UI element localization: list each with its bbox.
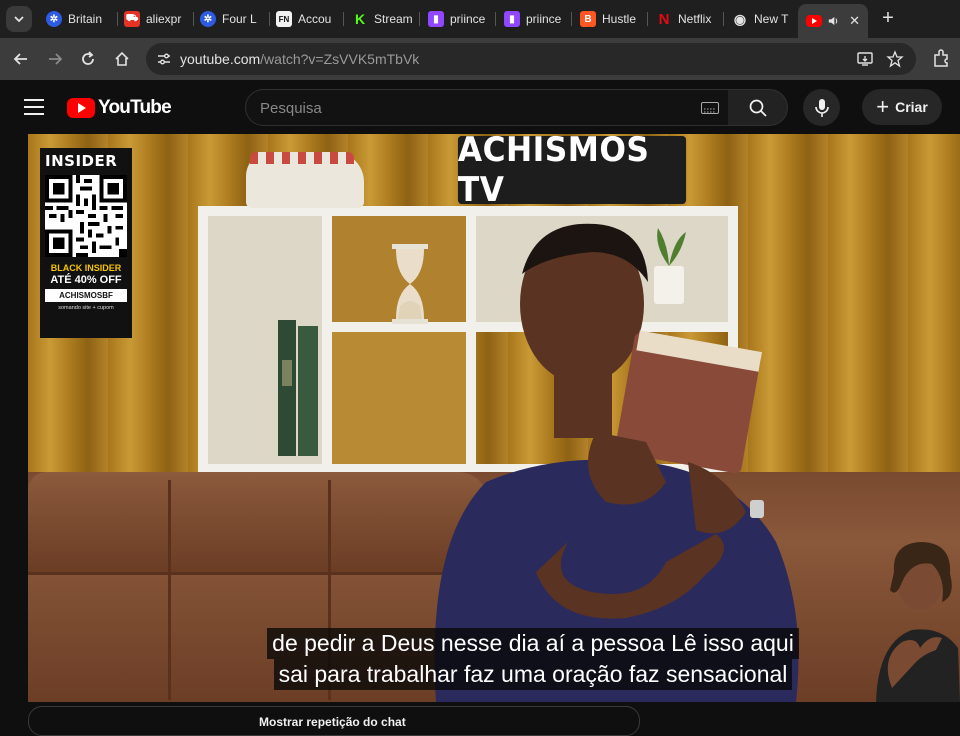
install-app-icon[interactable] bbox=[856, 50, 874, 68]
tab-title: Hustle bbox=[602, 12, 637, 26]
cart-icon: ⛟ bbox=[124, 11, 140, 27]
tab-title: priince bbox=[526, 12, 562, 26]
kick-icon: K bbox=[354, 11, 366, 27]
browser-tab[interactable]: ⛟ aliexpr bbox=[116, 4, 194, 34]
set-sign: ACHISMOS TV bbox=[457, 134, 687, 210]
ad-line-1: BLACK INSIDER bbox=[50, 263, 122, 273]
arrow-left-icon bbox=[13, 53, 27, 65]
sponsor-qr-ad[interactable]: INSIDER BLACK INSIDER ATÉ 40% OFF ACHISM… bbox=[40, 148, 132, 338]
url-text[interactable]: youtube.com/watch?v=ZsVVK5mTbVk bbox=[180, 51, 419, 67]
tab-search-button[interactable] bbox=[6, 6, 32, 32]
tab-title: aliexpr bbox=[146, 12, 182, 26]
site-settings-icon[interactable] bbox=[156, 51, 172, 67]
search-icon bbox=[749, 99, 767, 117]
tab-title: New T bbox=[754, 12, 789, 26]
url-path: /watch?v=ZsVVK5mTbVk bbox=[260, 51, 420, 67]
chevron-down-icon bbox=[14, 16, 24, 23]
search-button[interactable] bbox=[728, 89, 788, 126]
browser-tab[interactable]: B Hustle bbox=[572, 4, 648, 34]
browser-tab[interactable]: ✲ Britain bbox=[38, 4, 118, 34]
keyboard-icon[interactable] bbox=[701, 102, 719, 114]
youtube-play-icon bbox=[67, 98, 95, 118]
microphone-icon bbox=[814, 98, 829, 117]
tab-title: Accou bbox=[298, 12, 332, 26]
sign-language-interpreter bbox=[876, 542, 960, 702]
ad-line-2: ATÉ 40% OFF bbox=[50, 274, 122, 286]
video-player[interactable]: ACHISMOS TV INSIDER BLACK INSIDER ATÉ 40… bbox=[28, 134, 960, 702]
blogger-icon: B bbox=[580, 11, 596, 27]
tab-title: Britain bbox=[68, 12, 103, 26]
menu-icon[interactable] bbox=[24, 99, 44, 115]
tab-title: priince bbox=[450, 12, 486, 26]
tab-title: Four L bbox=[222, 12, 257, 26]
home-button[interactable] bbox=[110, 47, 134, 71]
chrome-icon: ◉ bbox=[733, 10, 747, 27]
bookmark-star-icon[interactable] bbox=[886, 50, 904, 68]
browser-tab-active[interactable]: ✕ bbox=[798, 4, 868, 38]
close-tab-icon[interactable]: ✕ bbox=[849, 13, 860, 29]
browser-tab[interactable]: ▮ priince bbox=[420, 4, 496, 34]
url-host: youtube.com bbox=[180, 51, 261, 67]
create-button[interactable]: + Criar bbox=[862, 89, 942, 125]
youtube-icon bbox=[806, 15, 822, 27]
plus-icon: + bbox=[876, 94, 890, 119]
youtube-masthead: YouTube + Criar bbox=[0, 80, 960, 134]
netflix-icon: N bbox=[658, 10, 670, 28]
chat-replay-bar[interactable]: Mostrar repetição do chat bbox=[28, 706, 640, 736]
browser-tab[interactable]: ▮ priince bbox=[496, 4, 572, 34]
books-on-shelf bbox=[278, 320, 318, 456]
browser-tab[interactable]: FN Accou bbox=[268, 4, 344, 34]
arrow-right-icon bbox=[49, 53, 63, 65]
caption-line: de pedir a Deus nesse dia aí a pessoa Lê… bbox=[267, 628, 799, 659]
reload-icon bbox=[82, 51, 94, 65]
globe-blue-icon: ✲ bbox=[200, 11, 216, 27]
caption-line: sai para trabalhar faz uma oração faz se… bbox=[273, 659, 793, 690]
search-input[interactable] bbox=[260, 99, 680, 117]
back-button[interactable] bbox=[9, 47, 33, 71]
extensions-icon[interactable] bbox=[931, 48, 951, 68]
reload-button[interactable] bbox=[76, 47, 100, 71]
qr-code bbox=[45, 175, 127, 257]
search-box bbox=[245, 89, 729, 126]
video-captions: de pedir a Deus nesse dia aí a pessoa Lê… bbox=[243, 628, 823, 690]
browser-tab[interactable]: ◉ New T bbox=[724, 4, 798, 34]
twitch-icon: ▮ bbox=[428, 11, 444, 27]
youtube-logo[interactable]: YouTube bbox=[67, 97, 172, 119]
logo-text: YouTube bbox=[98, 97, 172, 118]
browser-toolbar: youtube.com/watch?v=ZsVVK5mTbVk bbox=[0, 38, 960, 80]
ad-brand: INSIDER bbox=[45, 152, 118, 170]
new-tab-button[interactable]: + bbox=[877, 8, 899, 30]
twitch-icon: ▮ bbox=[504, 11, 520, 27]
speaker-icon[interactable] bbox=[828, 14, 839, 28]
toy-trailer-awning bbox=[250, 152, 354, 164]
ad-footnote: somando site + cupom bbox=[58, 305, 114, 311]
browser-tab[interactable]: N Netflix bbox=[648, 4, 724, 34]
sofa-seam bbox=[168, 480, 171, 700]
globe-blue-icon: ✲ bbox=[46, 11, 62, 27]
browser-tab-strip: ✲ Britain ⛟ aliexpr ✲ Four L FN Accou K … bbox=[0, 0, 960, 38]
tab-title: Stream bbox=[374, 12, 413, 26]
create-label: Criar bbox=[895, 99, 928, 115]
address-bar[interactable]: youtube.com/watch?v=ZsVVK5mTbVk bbox=[146, 43, 916, 75]
voice-search-button[interactable] bbox=[803, 89, 840, 126]
chat-replay-label: Mostrar repetição do chat bbox=[259, 715, 406, 729]
tab-title: Netflix bbox=[678, 12, 712, 26]
fn-icon: FN bbox=[276, 11, 292, 27]
ad-coupon: ACHISMOSBF bbox=[45, 289, 127, 302]
forward-button[interactable] bbox=[43, 47, 67, 71]
browser-tab[interactable]: K Stream bbox=[344, 4, 420, 34]
home-icon bbox=[115, 51, 129, 66]
browser-tab[interactable]: ✲ Four L bbox=[192, 4, 270, 34]
